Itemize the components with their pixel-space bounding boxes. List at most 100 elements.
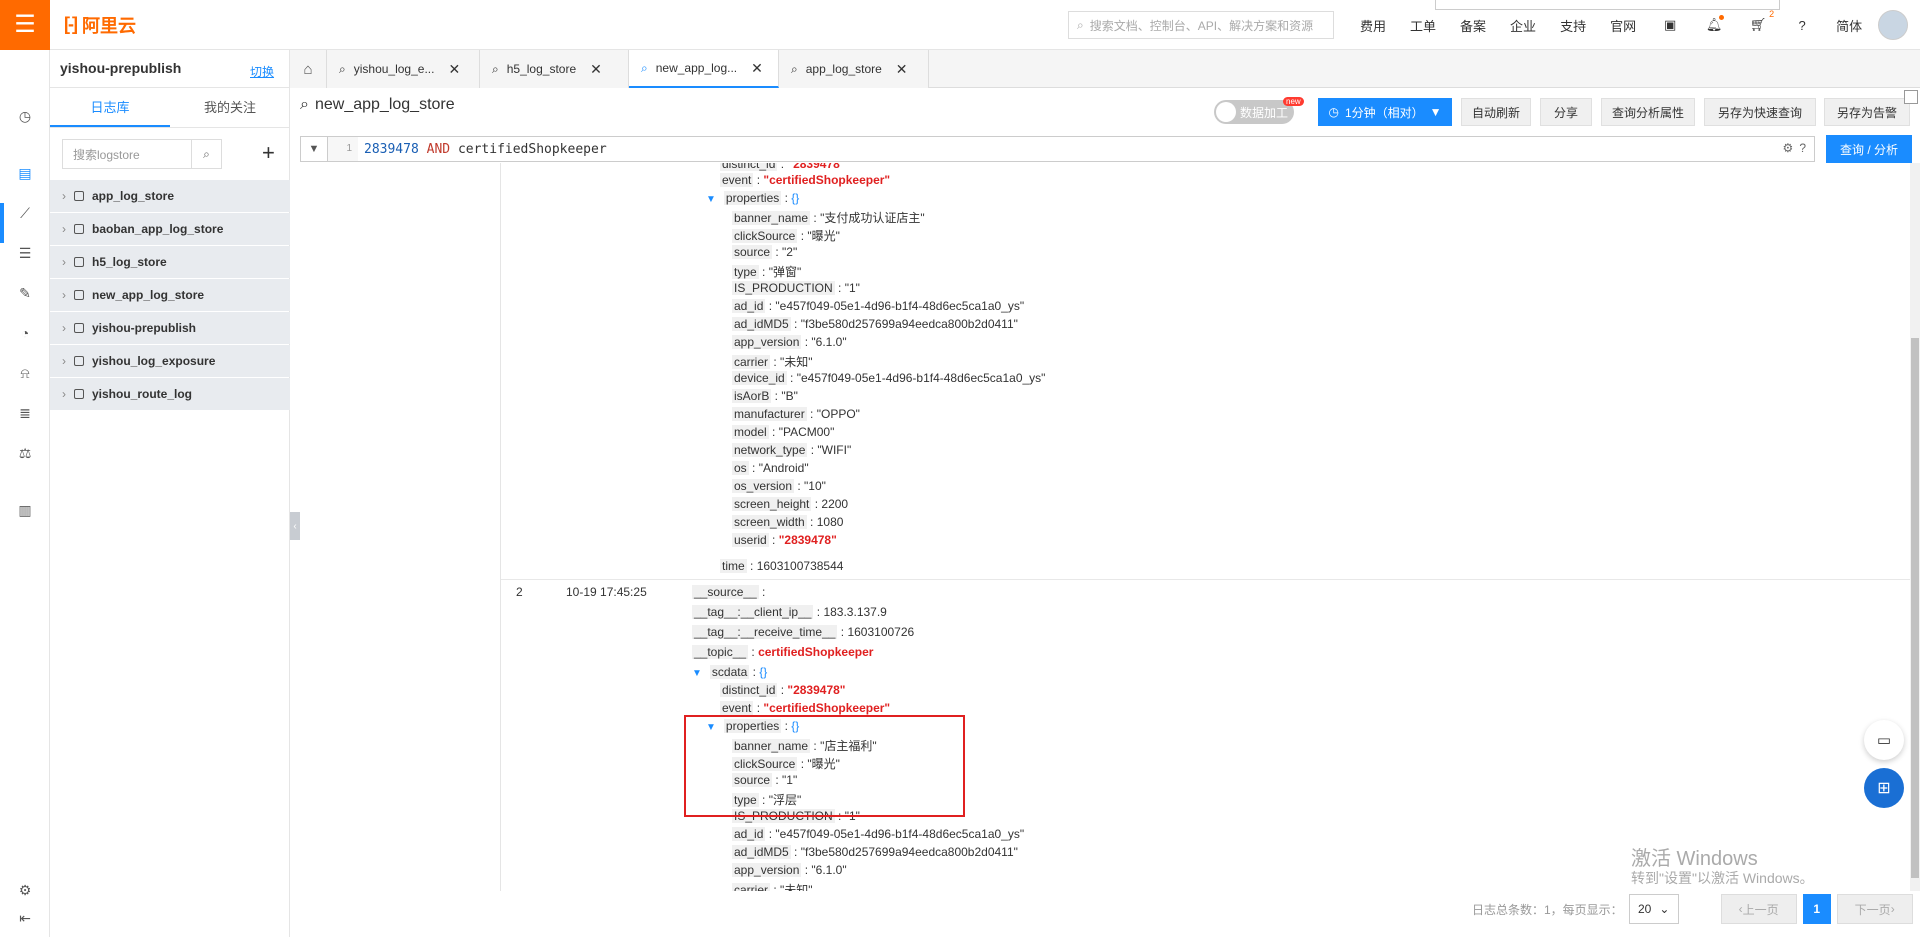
close-icon[interactable]: ✕ <box>751 60 763 77</box>
save-quick-query-button[interactable]: 另存为快速查询 <box>1704 98 1816 126</box>
property-key: clickSource <box>732 229 798 243</box>
property-row: os_version : "10" <box>732 479 826 493</box>
chat-icon[interactable]: ▭ <box>1864 720 1904 760</box>
storage-icon[interactable]: ☰ <box>15 243 35 263</box>
sidebar-item-h5-log-store[interactable]: › h5_log_store <box>50 246 290 278</box>
nav-fees[interactable]: 费用 <box>1360 16 1386 35</box>
property-row: screen_height : 2200 <box>732 497 849 511</box>
auto-refresh-button[interactable]: 自动刷新 <box>1461 98 1531 126</box>
icon-rail: ◷ ▤ ⟋ ☰ ✎ ◔ ⍾ ≣ ⚖ ▥ ⚙ ⇤ <box>0 50 50 937</box>
prev-page-button[interactable]: ‹ 上一页 <box>1720 894 1797 924</box>
gear-icon[interactable]: ⚙ <box>1783 141 1794 155</box>
vertical-scrollbar[interactable] <box>1910 163 1920 891</box>
home-icon[interactable]: ⌂ <box>290 50 327 88</box>
add-icon[interactable]: + <box>262 140 275 166</box>
current-page[interactable]: 1 <box>1802 894 1831 924</box>
tab-bar: ⌂ ⌕ yishou_log_e... ✕ ⌕ h5_log_store ✕ ⌕ new_… <box>290 50 1920 88</box>
alarm-icon[interactable]: ⍾ <box>15 363 35 383</box>
logstore-icon[interactable]: ▤ <box>15 163 35 183</box>
chevron-down-icon[interactable]: ▼ <box>301 137 328 161</box>
triangle-down-icon[interactable]: ▼ <box>692 668 702 679</box>
query-properties-button[interactable]: 查询分析属性 <box>1601 98 1695 126</box>
row-separator <box>501 579 1910 580</box>
property-key: ad_idMD5 <box>732 317 791 331</box>
nav-filing[interactable]: 备案 <box>1460 16 1486 35</box>
tab-yishou-log-exposure[interactable]: ⌕ yishou_log_e... ✕ <box>327 50 480 88</box>
language-switch[interactable]: 简体 <box>1836 16 1862 35</box>
query-text[interactable]: 2839478 AND certifiedShopkeeper <box>358 142 607 157</box>
book-icon[interactable]: ▥ <box>15 500 35 520</box>
search-icon[interactable]: ⌕ <box>191 140 221 168</box>
field-key: __source__ <box>692 585 759 599</box>
time-range-label: 1分钟（相对） <box>1344 105 1424 120</box>
scrollbar-thumb[interactable] <box>1911 338 1919 878</box>
sidebar-item-app-log-store[interactable]: › app_log_store <box>50 180 290 212</box>
time-range-button[interactable]: ◷ 1分钟（相对） ▼ <box>1318 98 1452 126</box>
property-value: "曝光" <box>807 229 840 243</box>
property-row: ad_id : "e457f049-05e1-4d96-b1f4-48d6ec5… <box>732 827 1025 841</box>
query-editor[interactable]: ▼ 1 2839478 AND certifiedShopkeeper ⚙ ? <box>300 136 1815 162</box>
logstore-search-input[interactable]: 搜索logstore ⌕ <box>62 139 222 169</box>
nav-website[interactable]: 官网 <box>1610 16 1636 35</box>
sidebar-item-yishou-route-log[interactable]: › yishou_route_log <box>50 378 290 410</box>
apps-icon[interactable]: ⊞ <box>1864 768 1904 808</box>
help-icon[interactable]: ? <box>1792 15 1812 35</box>
sidebar-item-yishou-prepublish[interactable]: › yishou-prepublish <box>50 312 290 344</box>
clock-icon[interactable]: ◷ <box>15 106 35 126</box>
log1-properties[interactable]: ▼ properties : {} <box>706 191 799 205</box>
tab-h5-log-store[interactable]: ⌕ h5_log_store ✕ <box>480 50 629 88</box>
property-value: "PACM00" <box>778 425 835 439</box>
property-key: manufacturer <box>732 407 807 421</box>
triangle-down-icon[interactable]: ▼ <box>706 194 716 205</box>
chart-icon[interactable]: ⟋ <box>15 203 35 223</box>
gear-icon[interactable]: ⚙ <box>15 880 35 900</box>
brand-logo[interactable]: [-] 阿里云 <box>64 12 136 38</box>
close-icon[interactable]: ✕ <box>896 61 908 78</box>
tab-new-app-log-store[interactable]: ⌕ new_app_log... ✕ <box>629 50 779 88</box>
property-value: "Android" <box>758 461 809 475</box>
global-search-input[interactable]: ⌕ 搜索文档、控制台、API、解决方案和资源 <box>1068 11 1334 39</box>
sidebar-item-yishou-log-exposure[interactable]: › yishou_log_exposure <box>50 345 290 377</box>
nav-ticket[interactable]: 工单 <box>1410 16 1436 35</box>
close-icon[interactable]: ✕ <box>448 61 460 78</box>
next-page-button[interactable]: 下一页 › <box>1836 894 1913 924</box>
database-icon <box>74 389 84 399</box>
sidebar-item-new-app-log-store[interactable]: › new_app_log_store <box>50 279 290 311</box>
log2-receive-time: __tag__:__receive_time__ : 1603100726 <box>692 625 915 639</box>
query-analyze-button[interactable]: 查询 / 分析 <box>1826 135 1912 163</box>
nav-support[interactable]: 支持 <box>1560 16 1586 35</box>
log2-event: event : "certifiedShopkeeper" <box>720 701 891 715</box>
nav-enterprise[interactable]: 企业 <box>1510 16 1536 35</box>
tab-app-log-store[interactable]: ⌕ app_log_store ✕ <box>779 50 929 88</box>
field-key: __tag__:__receive_time__ <box>692 625 838 639</box>
property-row: manufacturer : "OPPO" <box>732 407 860 421</box>
collapse-sidebar-handle[interactable]: ‹ <box>290 512 300 540</box>
data-processing-toggle[interactable]: 数据加工 <box>1214 100 1294 124</box>
property-row: clickSource : "曝光" <box>732 229 840 243</box>
sidebar-item-label: h5_log_store <box>92 255 167 269</box>
sidebar-item-label: yishou_log_exposure <box>92 354 216 368</box>
log2-scdata[interactable]: ▼ scdata : {} <box>692 665 767 679</box>
pie-icon[interactable]: ◔ <box>15 323 35 343</box>
sidebar-item-baoban-app-log-store[interactable]: › baoban_app_log_store <box>50 213 290 245</box>
save-alert-button[interactable]: 另存为告警 <box>1824 98 1910 126</box>
share-button[interactable]: 分享 <box>1540 98 1592 126</box>
scale-icon[interactable]: ⚖ <box>15 443 35 463</box>
terminal-icon[interactable]: ▣ <box>1660 15 1680 35</box>
page-size-select[interactable]: 20 ⌄ <box>1628 894 1679 924</box>
list-icon[interactable]: ≣ <box>15 403 35 423</box>
bell-icon[interactable]: 🔔︎ <box>1704 15 1725 35</box>
property-key: banner_name <box>732 211 811 225</box>
tab-logstores[interactable]: 日志库 <box>50 88 170 127</box>
edit-icon[interactable]: ✎ <box>15 283 35 303</box>
collapse-menu-icon[interactable]: ⇤ <box>15 908 35 928</box>
menu-icon[interactable]: ☰ <box>0 0 50 50</box>
property-row: app_version : "6.1.0" <box>732 335 847 349</box>
cart-icon[interactable]: 🛒︎ 2 <box>1748 9 1774 35</box>
close-icon[interactable]: ✕ <box>590 61 602 78</box>
avatar[interactable] <box>1878 10 1908 40</box>
tab-favorites[interactable]: 我的关注 <box>170 88 290 127</box>
property-row: isAorB : "B" <box>732 389 798 403</box>
help-icon[interactable]: ? <box>1799 141 1806 155</box>
switch-project-link[interactable]: 切换 <box>250 63 274 80</box>
